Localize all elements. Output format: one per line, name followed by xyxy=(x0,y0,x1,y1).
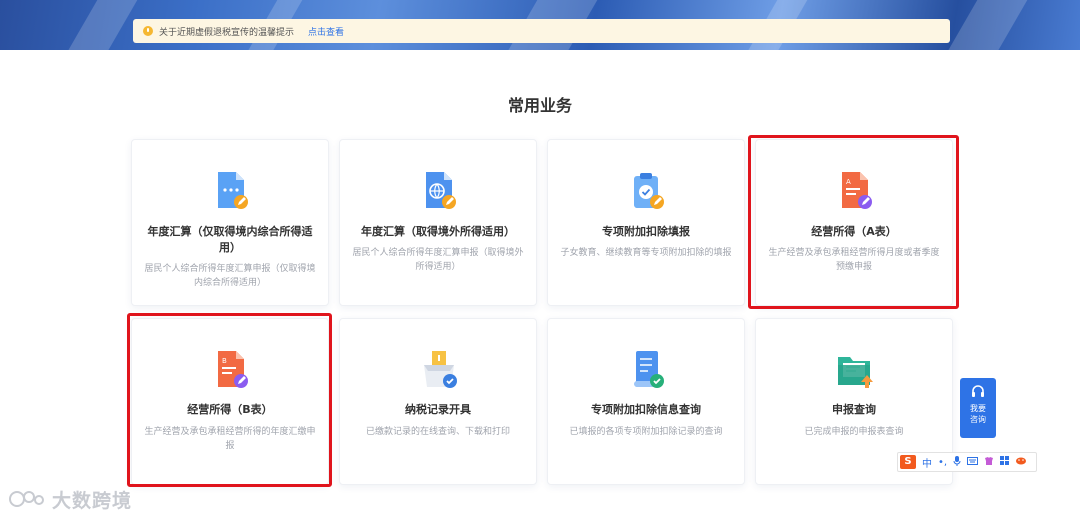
card-title: 年度汇算（仅取得境内综合所得适用） xyxy=(147,225,313,254)
watermark: 大数跨境 xyxy=(8,486,132,512)
card-desc: 居民个人综合所得年度汇算申报（取得境外所得适用） xyxy=(352,248,524,272)
notice-bar: 关于近期虚假退税宣传的温馨提示 点击查看 xyxy=(133,19,950,43)
scroll-check-icon xyxy=(626,347,668,395)
card-title: 申报查询 xyxy=(832,403,876,416)
card-desc: 已完成申报的申报表查询 xyxy=(804,427,904,437)
notice-text: 关于近期虚假退税宣传的温馨提示 xyxy=(159,27,295,38)
consult-line2: 咨询 xyxy=(970,415,986,424)
card-desc: 生产经营及承包承租经营所得月度或者季度预缴申报 xyxy=(768,248,940,272)
watermark-logo-icon xyxy=(9,491,44,507)
document-b-icon: B xyxy=(210,347,252,395)
punctuation-icon[interactable]: •, xyxy=(938,457,947,468)
card-title: 年度汇算（取得境外所得适用） xyxy=(361,225,515,238)
certificate-box-icon xyxy=(418,347,460,395)
card-business-income-b[interactable]: B 经营所得（B表） 生产经营及承包承租经营所得的年度汇缴申报 xyxy=(131,318,329,485)
card-business-income-a[interactable]: A 经营所得（A表） 生产经营及承包承租经营所得月度或者季度预缴申报 xyxy=(755,139,953,306)
card-title: 经营所得（A表） xyxy=(811,225,897,238)
svg-text:B: B xyxy=(222,357,227,365)
card-title: 专项附加扣除信息查询 xyxy=(591,403,701,416)
card-annual-settlement-domestic[interactable]: 年度汇算（仅取得境内综合所得适用） 居民个人综合所得年度汇算申报（仅取得境内综合… xyxy=(131,139,329,306)
folder-upload-icon xyxy=(834,347,876,395)
globe-document-icon xyxy=(418,168,460,216)
card-special-deduction-filing[interactable]: 专项附加扣除填报 子女教育、继续教育等专项附加扣除的填报 xyxy=(547,139,745,306)
mascot-icon[interactable] xyxy=(1015,456,1027,468)
sogou-logo-icon: S xyxy=(900,455,916,469)
card-annual-settlement-overseas[interactable]: 年度汇算（取得境外所得适用） 居民个人综合所得年度汇算申报（取得境外所得适用） xyxy=(339,139,537,306)
svg-text:A: A xyxy=(846,178,851,186)
headset-icon xyxy=(972,385,984,397)
ime-mode-toggle[interactable]: 中 xyxy=(922,455,932,470)
card-tax-record-issue[interactable]: 纳税记录开具 已缴款记录的在线查询、下载和打印 xyxy=(339,318,537,485)
card-desc: 已填报的各项专项附加扣除记录的查询 xyxy=(569,427,723,437)
card-desc: 子女教育、继续教育等专项附加扣除的填报 xyxy=(560,248,732,258)
card-special-deduction-query[interactable]: 专项附加扣除信息查询 已填报的各项专项附加扣除记录的查询 xyxy=(547,318,745,485)
keyboard-icon[interactable] xyxy=(967,456,979,468)
card-desc: 生产经营及承包承租经营所得的年度汇缴申报 xyxy=(144,427,316,451)
ime-toolbar[interactable]: S 中 •, xyxy=(897,452,1037,472)
card-title: 经营所得（B表） xyxy=(187,403,273,416)
card-desc: 已缴款记录的在线查询、下载和打印 xyxy=(365,427,510,437)
document-a-icon: A xyxy=(834,168,876,216)
card-desc: 居民个人综合所得年度汇算申报（仅取得境内综合所得适用） xyxy=(144,264,316,288)
clipboard-check-icon xyxy=(626,168,668,216)
watermark-text: 大数跨境 xyxy=(52,489,133,512)
consult-button[interactable]: 我要 咨询 xyxy=(960,378,996,438)
microphone-icon[interactable] xyxy=(953,455,961,469)
notice-icon xyxy=(143,26,153,36)
consult-line1: 我要 xyxy=(970,404,986,413)
document-edit-icon xyxy=(210,168,252,216)
skin-icon[interactable] xyxy=(984,456,994,469)
notice-view-link[interactable]: 点击查看 xyxy=(308,25,344,38)
section-title: 常用业务 xyxy=(507,96,572,115)
card-title: 纳税记录开具 xyxy=(405,403,471,416)
card-title: 专项附加扣除填报 xyxy=(602,225,690,238)
toolbox-icon[interactable] xyxy=(1000,456,1010,468)
